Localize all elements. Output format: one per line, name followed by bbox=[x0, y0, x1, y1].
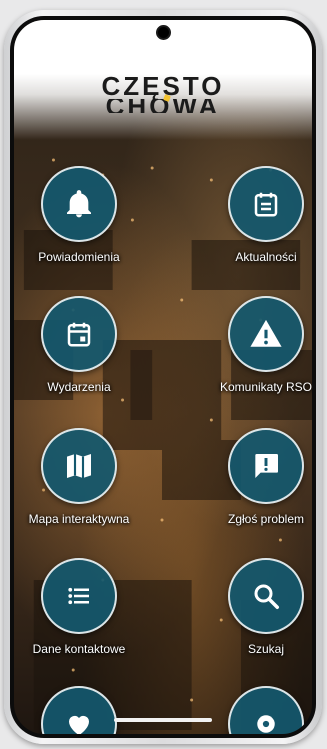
tile-szukaj[interactable]: Szukaj bbox=[196, 558, 312, 656]
bell-icon[interactable] bbox=[41, 166, 117, 242]
tile-label: Dane kontaktowe bbox=[32, 642, 126, 656]
map-icon[interactable] bbox=[41, 428, 117, 504]
tile-partial-left[interactable] bbox=[14, 686, 149, 734]
logo-line-1: CZĘSTO bbox=[101, 71, 225, 101]
status-bar: 3G bbox=[14, 20, 312, 44]
tile-dane-kontaktowe[interactable]: Dane kontaktowe bbox=[14, 558, 149, 656]
app-screen: CZĘSTO CHOWA 3G P bbox=[14, 20, 312, 734]
gear-icon[interactable] bbox=[228, 686, 304, 734]
network-type: 3G bbox=[269, 26, 284, 39]
tile-label: Komunikaty RSO bbox=[219, 380, 312, 394]
tile-mapa-interaktywna[interactable]: Mapa interaktywna bbox=[14, 428, 149, 526]
tile-label: Szukaj bbox=[247, 642, 285, 656]
phone-bezel: CZĘSTO CHOWA 3G P bbox=[10, 16, 316, 738]
sync-icon bbox=[43, 26, 54, 40]
city-logo: CZĘSTO CHOWA bbox=[14, 73, 312, 113]
logo-line-2: CHOWA bbox=[14, 99, 312, 113]
warning-icon[interactable] bbox=[228, 296, 304, 372]
calendar-list-icon[interactable] bbox=[228, 166, 304, 242]
tile-label: Powiadomienia bbox=[38, 250, 120, 264]
calendar-icon[interactable] bbox=[41, 296, 117, 372]
tile-partial-right[interactable] bbox=[196, 686, 312, 734]
tile-label: Wydarzenia bbox=[47, 380, 111, 394]
tile-label: Zgłoś problem bbox=[227, 512, 305, 526]
tile-wydarzenia[interactable]: Wydarzenia bbox=[14, 296, 149, 394]
search-icon[interactable] bbox=[228, 558, 304, 634]
notification-icon bbox=[26, 26, 37, 40]
front-camera bbox=[158, 27, 169, 38]
tile-label: Mapa interaktywna bbox=[28, 512, 130, 526]
list-icon[interactable] bbox=[41, 558, 117, 634]
report-problem-icon[interactable] bbox=[228, 428, 304, 504]
phone-frame: CZĘSTO CHOWA 3G P bbox=[4, 10, 322, 744]
tile-label: Aktualności bbox=[235, 250, 297, 264]
heart-icon[interactable] bbox=[41, 686, 117, 734]
signal-icon bbox=[290, 26, 300, 39]
tile-komunikaty-rso[interactable]: Komunikaty RSO bbox=[196, 296, 312, 394]
home-indicator[interactable] bbox=[114, 718, 212, 722]
tile-zglos-problem[interactable]: Zgłoś problem bbox=[196, 428, 312, 526]
tile-aktualnosci[interactable]: Aktualności bbox=[196, 166, 312, 264]
tile-powiadomienia[interactable]: Powiadomienia bbox=[14, 166, 149, 264]
